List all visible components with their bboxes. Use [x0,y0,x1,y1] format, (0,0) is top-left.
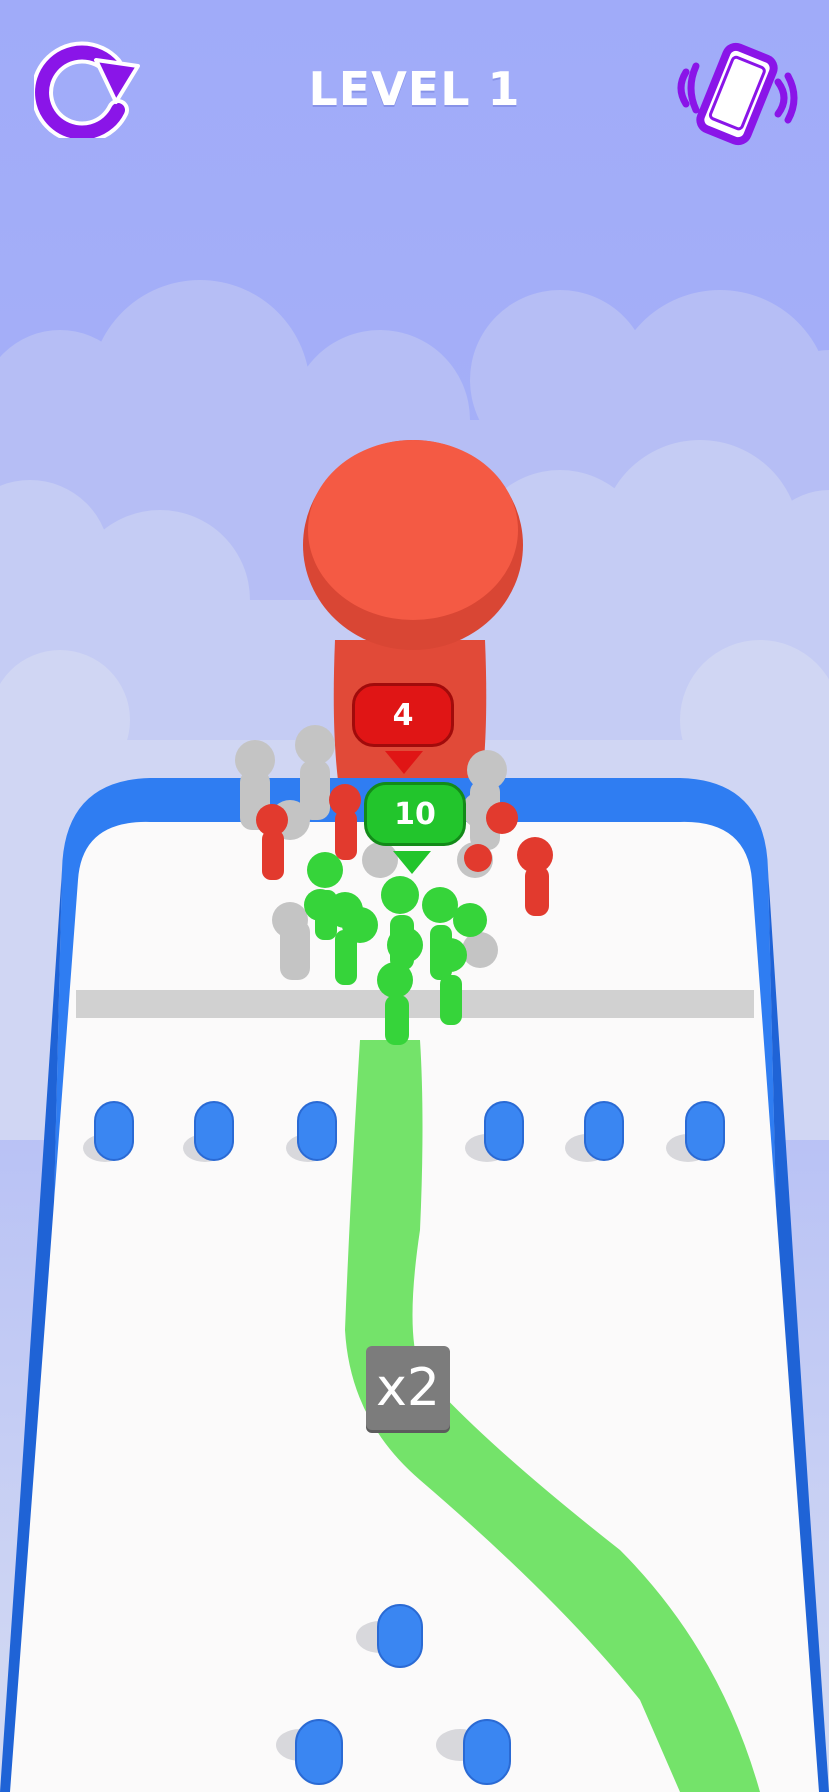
game-canvas[interactable] [0,0,829,1792]
game-scene[interactable]: LEVEL 1 4 10 x2 [0,0,829,1792]
vibration-toggle-button[interactable] [672,42,802,146]
enemy-count-badge: 4 [352,683,454,747]
vibration-phone-icon [677,42,798,146]
multiplier-gate: x2 [366,1346,450,1430]
player-count-badge: 10 [364,782,466,846]
